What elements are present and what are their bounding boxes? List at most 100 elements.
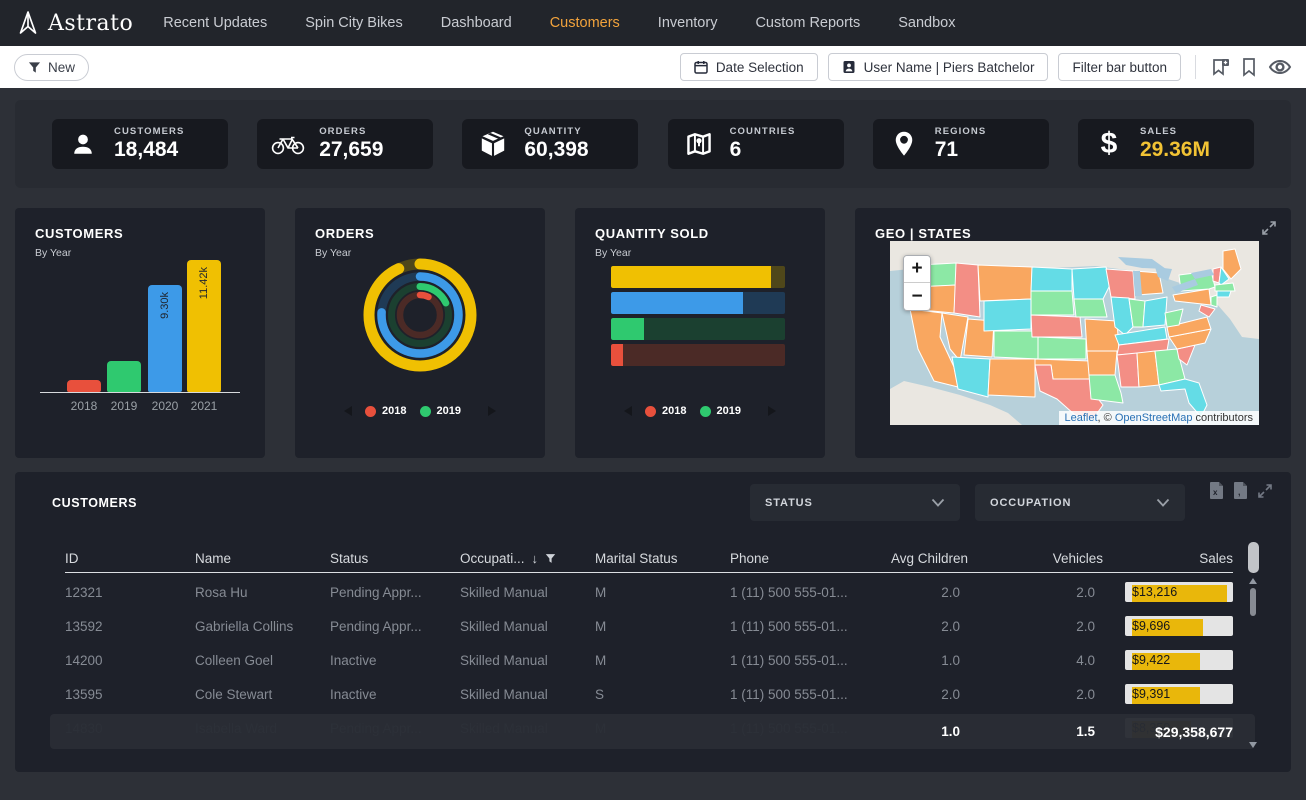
bar-2019[interactable] <box>107 361 141 392</box>
kpi-band: CUSTOMERS 18,484 ORDERS 27,659 QUANTITY … <box>15 100 1291 188</box>
x-tick-2018: 2018 <box>64 399 104 413</box>
us-states-map[interactable]: + − Leaflet, © OpenStreetMap contributor… <box>890 241 1259 425</box>
user-badge-icon <box>842 60 856 74</box>
zoom-in-button[interactable]: + <box>904 256 930 283</box>
legend-item-2019[interactable]: 2019 <box>700 405 741 417</box>
kpi-value: 60,398 <box>524 138 588 162</box>
leaflet-link[interactable]: Leaflet <box>1065 412 1098 424</box>
kpi-sales: $ SALES 29.36M <box>1078 119 1254 169</box>
table-row[interactable]: 13592 Gabriella Collins Pending Appr... … <box>65 609 1233 643</box>
filter-bar-label: Filter bar button <box>1072 60 1167 75</box>
col-header-id[interactable]: ID <box>65 551 195 566</box>
brand-name: Astrato <box>48 11 133 36</box>
legend-prev-icon[interactable] <box>624 406 632 416</box>
hbar-2020[interactable] <box>611 292 785 314</box>
hbar-2018[interactable] <box>611 344 785 366</box>
expand-icon[interactable] <box>1257 483 1273 499</box>
date-selection-label: Date Selection <box>716 60 804 75</box>
bar-2018[interactable] <box>67 380 101 392</box>
grid-scrollbar[interactable] <box>1249 578 1257 748</box>
col-header-status[interactable]: Status <box>330 551 460 566</box>
kpi-customers: CUSTOMERS 18,484 <box>52 119 228 169</box>
bookmark-icon[interactable] <box>1240 57 1258 77</box>
legend-prev-icon[interactable] <box>344 406 352 416</box>
kpi-label: REGIONS <box>935 126 987 137</box>
export-csv-icon[interactable]: , <box>1233 482 1248 499</box>
nav-item-inventory[interactable]: Inventory <box>658 15 718 31</box>
export-excel-icon[interactable]: x <box>1209 482 1224 499</box>
customers-table-panel: CUSTOMERS STATUS OCCUPATION x , <box>15 472 1291 772</box>
table-totals-row: 1.0 1.5 $29,358,677 <box>50 714 1255 749</box>
nav-item-customers[interactable]: Customers <box>550 15 620 31</box>
nav-item-spin-city-bikes[interactable]: Spin City Bikes <box>305 15 403 31</box>
orders-by-year-chart: ORDERS By Year <box>295 208 545 458</box>
sales-bar-cell: $9,391 <box>1103 684 1233 704</box>
totals-sales: $29,358,677 <box>1103 724 1233 740</box>
kpi-countries: COUNTRIES 6 <box>668 119 844 169</box>
bar-2020[interactable]: 9.30k <box>148 285 182 392</box>
toolbar: New Date Selection User Name | Piers Bat… <box>0 46 1306 88</box>
new-filter-button[interactable]: New <box>14 54 89 81</box>
bookmark-add-icon[interactable] <box>1210 57 1230 77</box>
scroll-up-icon[interactable] <box>1249 578 1257 584</box>
nav-item-sandbox[interactable]: Sandbox <box>898 15 955 31</box>
legend-dot <box>420 406 431 417</box>
table-header-row: ID Name Status Occupati... ↓ Marital Sta… <box>65 545 1233 573</box>
kpi-value: 29.36M <box>1140 138 1210 162</box>
bar-2021[interactable]: 11.42k <box>187 260 221 392</box>
scroll-down-icon[interactable] <box>1249 742 1257 748</box>
status-filter-dropdown[interactable]: STATUS <box>750 484 960 521</box>
x-axis-line <box>40 392 240 393</box>
legend-item-2018[interactable]: 2018 <box>645 405 686 417</box>
user-name-button[interactable]: User Name | Piers Batchelor <box>828 53 1049 81</box>
col-header-avg-children[interactable]: Avg Children <box>870 551 968 566</box>
col-header-marital-status[interactable]: Marital Status <box>595 551 730 566</box>
donut-chart[interactable] <box>359 254 481 376</box>
table-row[interactable]: 12321 Rosa Hu Pending Appr... Skilled Ma… <box>65 575 1233 609</box>
col-header-phone[interactable]: Phone <box>730 551 870 566</box>
table-row[interactable]: 13595 Cole Stewart Inactive Skilled Manu… <box>65 677 1233 711</box>
filter-bar-button[interactable]: Filter bar button <box>1058 53 1181 81</box>
bicycle-icon <box>270 131 306 157</box>
table-row[interactable]: 14200 Colleen Goel Inactive Skilled Manu… <box>65 643 1233 677</box>
legend-next-icon[interactable] <box>488 406 496 416</box>
x-tick-2020: 2020 <box>145 399 185 413</box>
legend-item-2019[interactable]: 2019 <box>420 405 461 417</box>
expand-icon[interactable] <box>1261 220 1277 236</box>
dashboard-content: CUSTOMERS 18,484 ORDERS 27,659 QUANTITY … <box>0 88 1306 786</box>
grid-scrollbar-thumb[interactable] <box>1250 588 1256 616</box>
brand-logo[interactable]: Astrato <box>16 10 133 36</box>
sales-bar-cell: $9,696 <box>1103 616 1233 636</box>
legend-next-icon[interactable] <box>768 406 776 416</box>
kpi-value: 27,659 <box>319 138 383 162</box>
nav-item-dashboard[interactable]: Dashboard <box>441 15 512 31</box>
x-tick-2019: 2019 <box>104 399 144 413</box>
col-header-vehicles[interactable]: Vehicles <box>968 551 1103 566</box>
column-funnel-icon[interactable] <box>545 553 556 564</box>
bar-data-label: 11.42k <box>198 267 210 299</box>
openstreetmap-link[interactable]: OpenStreetMap <box>1115 412 1193 424</box>
col-header-occupation[interactable]: Occupati... ↓ <box>460 551 595 566</box>
svg-text:,: , <box>1238 487 1241 497</box>
hbar-2021[interactable] <box>611 266 785 288</box>
eye-icon[interactable] <box>1268 58 1292 76</box>
sort-desc-icon[interactable]: ↓ <box>532 551 539 566</box>
charts-row: CUSTOMERS By Year 9.30k 11.42k 2018 2019… <box>15 208 1291 458</box>
totals-vehicles: 1.5 <box>968 724 1103 739</box>
kpi-regions: REGIONS 71 <box>873 119 1049 169</box>
hbar-2019[interactable] <box>611 318 785 340</box>
occupation-filter-dropdown[interactable]: OCCUPATION <box>975 484 1185 521</box>
nav-item-recent-updates[interactable]: Recent Updates <box>163 15 267 31</box>
col-header-name[interactable]: Name <box>195 551 330 566</box>
col-header-sales[interactable]: Sales <box>1103 551 1233 566</box>
kpi-label: ORDERS <box>319 126 383 137</box>
panel-scrollbar-thumb[interactable] <box>1248 542 1259 573</box>
legend-item-2018[interactable]: 2018 <box>365 405 406 417</box>
nav-item-custom-reports[interactable]: Custom Reports <box>755 15 860 31</box>
kpi-value: 18,484 <box>114 138 184 162</box>
map-attribution: Leaflet, © OpenStreetMap contributors <box>1059 411 1260 425</box>
kpi-value: 6 <box>730 138 796 162</box>
chevron-down-icon <box>931 498 945 507</box>
date-selection-button[interactable]: Date Selection <box>680 53 818 81</box>
zoom-out-button[interactable]: − <box>904 283 930 310</box>
